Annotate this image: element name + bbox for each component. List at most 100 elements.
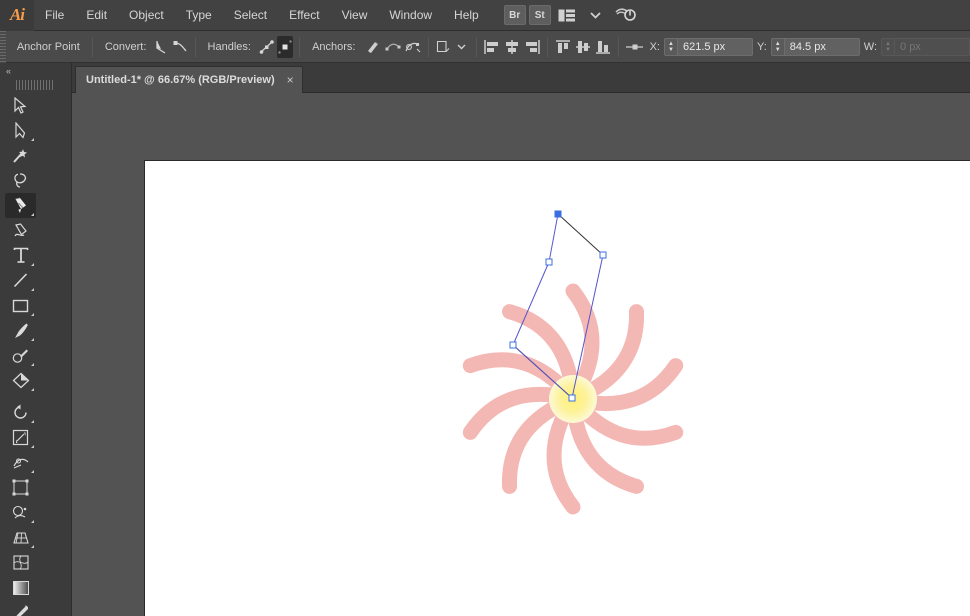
chevron-down-icon[interactable] <box>454 36 470 58</box>
convert-to-smooth-icon[interactable] <box>172 36 188 58</box>
y-coordinate-label: Y: <box>755 41 771 53</box>
bridge-button[interactable]: Br <box>504 5 526 25</box>
tool-group-indicator <box>31 470 34 473</box>
flower-center <box>549 375 597 423</box>
align-bottom-icon[interactable] <box>594 36 612 58</box>
close-icon[interactable]: × <box>287 73 294 87</box>
tool-group-indicator <box>31 520 34 523</box>
tool-rotate[interactable] <box>5 400 36 425</box>
document-tab-bar: Untitled-1* @ 66.67% (RGB/Preview) × <box>0 63 970 93</box>
cut-path-at-selected-anchors-icon[interactable] <box>404 36 422 58</box>
tool-curvature[interactable] <box>5 218 36 243</box>
y-coordinate-field[interactable]: Y: ▲▼ 84.5 px <box>755 38 860 56</box>
menu-item-window[interactable]: Window <box>378 0 443 31</box>
tool-scale[interactable] <box>5 425 36 450</box>
tools-grid <box>0 93 71 616</box>
menu-item-help[interactable]: Help <box>443 0 490 31</box>
tool-selection[interactable] <box>5 93 36 118</box>
width-field: W: ▲▼ 0 px <box>862 38 970 56</box>
menu-item-file[interactable]: File <box>34 0 75 31</box>
app-logo: Ai <box>0 0 34 31</box>
align-right-icon[interactable] <box>523 36 541 58</box>
tool-paintbrush[interactable] <box>5 318 36 343</box>
tool-eyedropper[interactable] <box>5 600 36 616</box>
transform-reference-icon[interactable] <box>625 36 645 58</box>
tool-shaper[interactable] <box>5 343 36 368</box>
x-spinner[interactable]: ▲▼ <box>664 38 677 56</box>
tool-perspective-grid[interactable] <box>5 525 36 550</box>
tool-group-indicator <box>31 338 34 341</box>
menu-item-object[interactable]: Object <box>118 0 175 31</box>
menu-item-edit[interactable]: Edit <box>75 0 118 31</box>
handles-label: Handles: <box>201 41 258 53</box>
hide-handles-icon[interactable] <box>277 36 293 58</box>
x-coordinate-input[interactable]: 621.5 px <box>677 38 753 56</box>
menu-item-type[interactable]: Type <box>175 0 223 31</box>
tool-pen[interactable] <box>5 193 36 218</box>
tools-panel-grip[interactable] <box>16 80 55 90</box>
y-coordinate-input[interactable]: 84.5 px <box>784 38 860 56</box>
align-left-icon[interactable] <box>483 36 501 58</box>
width-label: W: <box>862 41 881 53</box>
tool-rectangle[interactable] <box>5 293 36 318</box>
tool-group-indicator <box>31 363 34 366</box>
convert-to-corner-icon[interactable] <box>154 36 170 58</box>
connect-selected-endpoints-icon[interactable] <box>384 36 402 58</box>
tool-group-indicator <box>31 288 34 291</box>
show-handles-icon[interactable] <box>259 36 275 58</box>
menu-bar: Ai File Edit Object Type Select Effect V… <box>0 0 970 31</box>
tools-panel: « <box>0 63 72 616</box>
artboard[interactable] <box>144 160 970 616</box>
tool-group-indicator <box>31 213 34 216</box>
isolate-selected-object-icon[interactable] <box>435 36 452 58</box>
menu-bar-tools: Br St <box>504 4 638 26</box>
chevron-down-icon[interactable] <box>583 4 609 26</box>
separator <box>299 37 300 57</box>
tool-eraser[interactable] <box>5 368 36 393</box>
control-bar-context-label: Anchor Point <box>10 41 87 53</box>
y-spinner[interactable]: ▲▼ <box>771 38 784 56</box>
stock-button[interactable]: St <box>529 5 551 25</box>
control-bar: Anchor Point Convert: Handles: <box>0 31 970 63</box>
width-spinner: ▲▼ <box>881 38 894 56</box>
canvas-area[interactable] <box>72 93 970 616</box>
tool-type[interactable] <box>5 243 36 268</box>
tool-mesh[interactable] <box>5 550 36 575</box>
tool-free-transform[interactable] <box>5 475 36 500</box>
tool-group-indicator <box>31 445 34 448</box>
align-top-icon[interactable] <box>554 36 572 58</box>
menu-item-view[interactable]: View <box>331 0 379 31</box>
document-tab[interactable]: Untitled-1* @ 66.67% (RGB/Preview) × <box>75 66 303 93</box>
remove-selected-anchors-icon[interactable] <box>364 36 382 58</box>
width-input: 0 px <box>894 38 970 56</box>
tool-lasso[interactable] <box>5 168 36 193</box>
tool-gradient[interactable] <box>5 575 36 600</box>
separator <box>618 37 619 57</box>
search-home-icon[interactable] <box>612 4 638 26</box>
menu-item-select[interactable]: Select <box>223 0 278 31</box>
tool-group-indicator <box>31 313 34 316</box>
tool-divider <box>5 393 66 400</box>
menu-item-effect[interactable]: Effect <box>278 0 330 31</box>
separator <box>428 37 429 57</box>
tool-shape-builder[interactable] <box>5 500 36 525</box>
align-vertical-center-icon[interactable] <box>574 36 592 58</box>
x-coordinate-label: X: <box>648 41 664 53</box>
tool-group-indicator <box>31 420 34 423</box>
illustrator-window: Ai File Edit Object Type Select Effect V… <box>0 0 970 616</box>
tool-line-segment[interactable] <box>5 268 36 293</box>
separator <box>547 37 548 57</box>
align-horizontal-center-icon[interactable] <box>503 36 521 58</box>
x-coordinate-field[interactable]: X: ▲▼ 621.5 px <box>648 38 753 56</box>
tool-width[interactable] <box>5 450 36 475</box>
arrange-documents-icon[interactable] <box>554 4 580 26</box>
tool-group-indicator <box>31 545 34 548</box>
tool-magic-wand[interactable] <box>5 143 36 168</box>
collapse-panel-icon[interactable]: « <box>0 63 71 79</box>
tool-group-indicator <box>31 263 34 266</box>
control-bar-grip[interactable] <box>0 31 6 63</box>
artwork-pinwheel-flower[interactable] <box>145 161 970 616</box>
anchors-label: Anchors: <box>305 41 362 53</box>
separator <box>195 37 196 57</box>
tool-direct-selection[interactable] <box>5 118 36 143</box>
